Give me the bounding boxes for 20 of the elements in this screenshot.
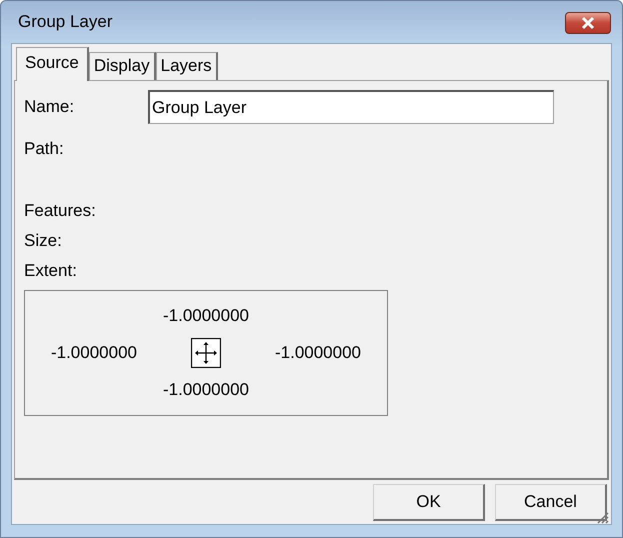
field-label: Name: xyxy=(24,97,76,117)
extent-value: -1.0000000 xyxy=(274,342,362,363)
tab[interactable]: Source xyxy=(16,47,89,81)
extent-value: -1.0000000 xyxy=(50,342,137,363)
resize-grip-icon[interactable] xyxy=(595,510,609,524)
dialog-button[interactable]: Cancel xyxy=(495,484,607,520)
close-icon xyxy=(580,16,596,30)
extent-value: -1.0000000 xyxy=(162,380,250,400)
field-label: Extent: xyxy=(24,261,78,281)
field-label: Path: xyxy=(24,139,65,159)
tab[interactable]: Display xyxy=(88,52,156,80)
close-button[interactable] xyxy=(565,12,611,34)
field-label: Size: xyxy=(24,231,63,251)
name-field[interactable]: Group Layer xyxy=(148,90,554,124)
tab[interactable]: Layers xyxy=(156,52,218,80)
pan-icon xyxy=(191,338,221,368)
extent-value: -1.0000000 xyxy=(162,306,250,326)
field-label: Features: xyxy=(24,201,97,221)
window-title: Group Layer xyxy=(18,12,112,32)
dialog-button[interactable]: OK xyxy=(373,484,485,520)
